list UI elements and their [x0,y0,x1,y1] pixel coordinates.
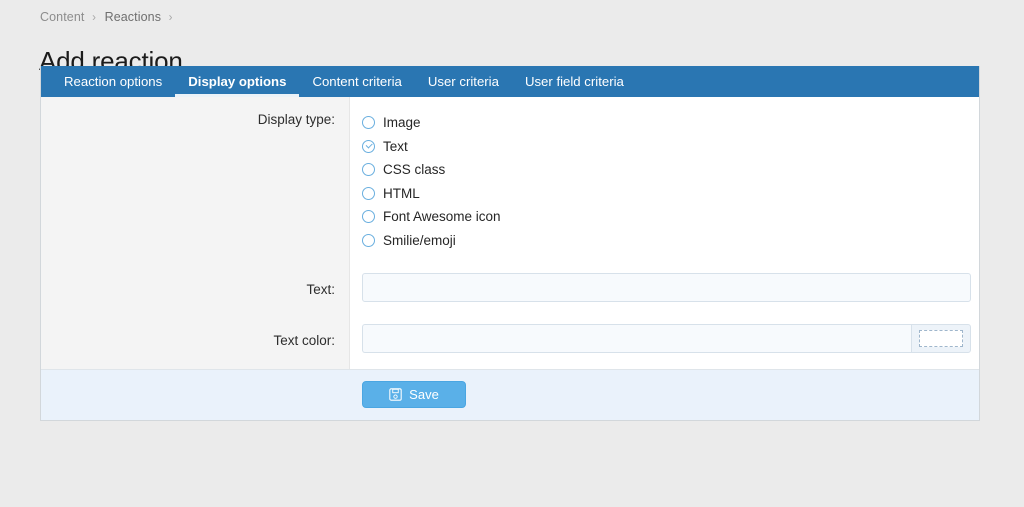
breadcrumb-item-reactions[interactable]: Reactions [105,10,162,24]
tab-reaction-options[interactable]: Reaction options [51,66,175,97]
tab-label: User criteria [428,75,499,88]
page-root: Content › Reactions › Add reaction React… [0,0,1024,507]
display-type-label: Display type: [41,111,349,127]
radio-label: Font Awesome icon [383,210,501,224]
row-text: Text: [41,260,979,311]
radio-option-text[interactable]: Text [362,135,971,159]
radio-label: Smilie/emoji [383,234,456,248]
color-picker-button[interactable] [911,324,971,353]
radio-check-circle-icon [362,140,375,153]
row-display-type: Display type: Image Text [41,97,979,260]
text-color-input-group [362,324,971,353]
tab-bar: Reaction options Display options Content… [41,66,979,97]
radio-option-font-awesome-icon[interactable]: Font Awesome icon [362,205,971,229]
text-color-label: Text color: [41,324,349,348]
radio-circle-icon [362,116,375,129]
tab-user-criteria[interactable]: User criteria [415,66,512,97]
radio-label: HTML [383,187,420,201]
text-color-input[interactable] [362,324,911,353]
text-input[interactable] [362,273,971,302]
save-button[interactable]: Save [362,381,466,408]
color-swatch-icon [919,330,963,347]
save-button-label: Save [409,388,439,401]
tab-display-options[interactable]: Display options [175,66,299,97]
radio-label: Image [383,116,421,130]
row-text-color: Text color: [41,311,979,369]
radio-circle-icon [362,163,375,176]
tab-label: Reaction options [64,75,162,88]
tab-label: Content criteria [312,75,401,88]
radio-option-image[interactable]: Image [362,111,971,135]
form-footer: Save [41,369,979,420]
radio-option-css-class[interactable]: CSS class [362,158,971,182]
radio-circle-icon [362,210,375,223]
tab-user-field-criteria[interactable]: User field criteria [512,66,637,97]
tab-content-criteria[interactable]: Content criteria [299,66,414,97]
text-label: Text: [41,273,349,297]
radio-option-smilie-emoji[interactable]: Smilie/emoji [362,229,971,253]
save-floppy-icon [389,388,402,401]
text-field-wrap [349,273,979,302]
breadcrumb-item-content[interactable]: Content [40,10,84,24]
tab-label: Display options [188,75,286,88]
tab-label: User field criteria [525,75,624,88]
breadcrumb: Content › Reactions › [40,10,178,24]
radio-label: Text [383,140,408,154]
display-type-field: Image Text CSS class HTML [349,111,979,252]
breadcrumb-separator-icon: › [92,12,96,24]
form-body: Display type: Image Text [41,97,979,369]
radio-option-html[interactable]: HTML [362,182,971,206]
text-color-field-wrap [349,324,979,353]
form-panel: Reaction options Display options Content… [40,66,980,421]
breadcrumb-separator-icon-2: › [169,12,173,24]
radio-circle-icon [362,234,375,247]
display-type-radio-group: Image Text CSS class HTML [362,111,971,252]
radio-label: CSS class [383,163,445,177]
radio-circle-icon [362,187,375,200]
